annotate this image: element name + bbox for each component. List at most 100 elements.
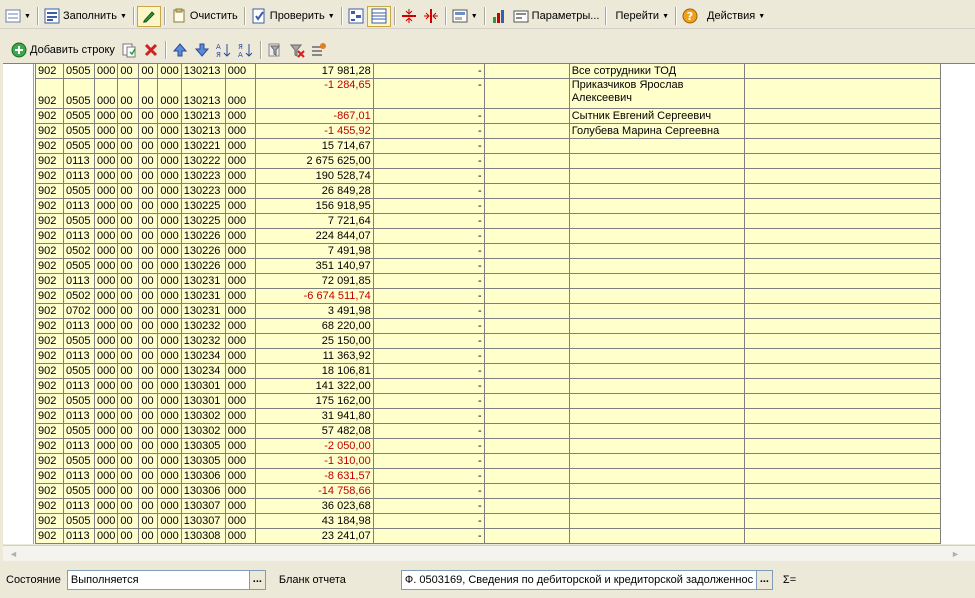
code-cell[interactable]: 00 bbox=[138, 64, 159, 79]
dash-cell[interactable]: - bbox=[372, 378, 485, 394]
code-cell[interactable]: 130213 bbox=[180, 78, 226, 109]
edit-button[interactable] bbox=[136, 5, 161, 27]
employee-cell[interactable] bbox=[568, 498, 745, 514]
code-cell[interactable]: 000 bbox=[224, 123, 256, 139]
code-cell[interactable]: 00 bbox=[117, 303, 140, 319]
code-cell[interactable]: 000 bbox=[157, 363, 182, 379]
table-row[interactable]: 902 0505 000 00 00 000 130213 000 -1 455,92- Голу… bbox=[35, 123, 941, 139]
code-cell[interactable]: 902 bbox=[35, 483, 64, 499]
dash-cell[interactable]: - bbox=[372, 198, 485, 214]
amount-cell[interactable]: 68 220,00 bbox=[254, 318, 374, 334]
code-cell[interactable]: 130232 bbox=[180, 333, 226, 349]
amount-cell[interactable]: 36 023,68 bbox=[254, 498, 374, 514]
code-cell[interactable]: 000 bbox=[224, 108, 256, 124]
code-cell[interactable]: 00 bbox=[117, 243, 140, 259]
code-cell[interactable]: 000 bbox=[224, 258, 256, 274]
table-row[interactable]: 902 0505 000 00 00 000 130305 000 -1 310,00- bbox=[35, 453, 941, 469]
state-select-button[interactable]: ... bbox=[249, 570, 266, 590]
code-cell[interactable]: 00 bbox=[117, 108, 140, 124]
code-cell[interactable]: 000 bbox=[93, 258, 119, 274]
code-cell[interactable]: 00 bbox=[138, 363, 159, 379]
code-cell[interactable]: 000 bbox=[157, 168, 182, 184]
code-cell[interactable]: 000 bbox=[157, 378, 182, 394]
amount-cell[interactable]: 7 491,98 bbox=[254, 243, 374, 259]
dash-cell[interactable]: - bbox=[372, 393, 485, 409]
code-cell[interactable]: 0505 bbox=[63, 108, 95, 124]
empty-cell[interactable] bbox=[743, 528, 941, 544]
employee-cell[interactable] bbox=[568, 363, 745, 379]
table-row[interactable]: 902 0505 000 00 00 000 130213 000 -1 284,65- Прик… bbox=[35, 78, 941, 109]
code-cell[interactable]: 000 bbox=[93, 408, 119, 424]
table-row[interactable]: 902 0113 000 00 00 000 130232 000 68 220,00- bbox=[35, 318, 941, 334]
empty-cell[interactable] bbox=[743, 348, 941, 364]
table-row[interactable]: 902 0505 000 00 00 000 130307 000 43 184,98- bbox=[35, 513, 941, 529]
code-cell[interactable]: 000 bbox=[157, 393, 182, 409]
amount-cell[interactable]: 141 322,00 bbox=[254, 378, 374, 394]
code-cell[interactable]: 000 bbox=[157, 513, 182, 529]
code-cell[interactable]: 000 bbox=[157, 468, 182, 484]
dash-cell[interactable]: - bbox=[372, 273, 485, 289]
empty-cell[interactable] bbox=[743, 483, 941, 499]
table-row[interactable]: 902 0113 000 00 00 000 130226 000 224 844,07- bbox=[35, 228, 941, 244]
empty-cell[interactable] bbox=[483, 288, 570, 304]
empty-cell[interactable] bbox=[743, 213, 941, 229]
code-cell[interactable]: 0505 bbox=[63, 123, 95, 139]
code-cell[interactable]: 00 bbox=[117, 498, 140, 514]
code-cell[interactable]: 000 bbox=[224, 228, 256, 244]
dash-cell[interactable]: - bbox=[372, 153, 485, 169]
code-cell[interactable]: 130213 bbox=[180, 64, 226, 79]
table-row[interactable]: 902 0505 000 00 00 000 130213 000 -867,01- Сытник… bbox=[35, 108, 941, 124]
empty-cell[interactable] bbox=[483, 153, 570, 169]
employee-cell[interactable] bbox=[568, 138, 745, 154]
dash-cell[interactable]: - bbox=[372, 498, 485, 514]
empty-cell[interactable] bbox=[483, 393, 570, 409]
move-down-button[interactable] bbox=[191, 40, 213, 61]
amount-cell[interactable]: 72 091,85 bbox=[254, 273, 374, 289]
code-cell[interactable]: 902 bbox=[35, 408, 64, 424]
code-cell[interactable]: 902 bbox=[35, 153, 64, 169]
scroll-right-icon[interactable]: ► bbox=[951, 549, 960, 559]
code-cell[interactable]: 130222 bbox=[180, 153, 226, 169]
code-cell[interactable]: 902 bbox=[35, 168, 64, 184]
code-cell[interactable]: 000 bbox=[224, 78, 256, 109]
employee-cell[interactable] bbox=[568, 153, 745, 169]
code-cell[interactable]: 00 bbox=[117, 273, 140, 289]
code-cell[interactable]: 902 bbox=[35, 64, 64, 79]
sort-desc-button[interactable]: ЯA bbox=[235, 40, 257, 61]
code-cell[interactable]: 000 bbox=[93, 78, 119, 109]
empty-cell[interactable] bbox=[743, 438, 941, 454]
amount-cell[interactable]: 2 675 625,00 bbox=[254, 153, 374, 169]
amount-cell[interactable]: -1 284,65 bbox=[254, 78, 374, 109]
dash-cell[interactable]: - bbox=[372, 183, 485, 199]
code-cell[interactable]: 00 bbox=[117, 258, 140, 274]
code-cell[interactable]: 00 bbox=[138, 243, 159, 259]
employee-cell[interactable] bbox=[568, 243, 745, 259]
empty-cell[interactable] bbox=[483, 303, 570, 319]
empty-cell[interactable] bbox=[483, 438, 570, 454]
empty-cell[interactable] bbox=[483, 228, 570, 244]
code-cell[interactable]: 000 bbox=[224, 213, 256, 229]
code-cell[interactable]: 0702 bbox=[63, 303, 95, 319]
empty-cell[interactable] bbox=[743, 183, 941, 199]
code-cell[interactable]: 00 bbox=[138, 303, 159, 319]
code-cell[interactable]: 000 bbox=[157, 483, 182, 499]
empty-cell[interactable] bbox=[743, 108, 941, 124]
empty-cell[interactable] bbox=[483, 483, 570, 499]
code-cell[interactable]: 00 bbox=[117, 318, 140, 334]
table-row[interactable]: 902 0113 000 00 00 000 130301 000 141 322,00- bbox=[35, 378, 941, 394]
help-button[interactable]: ? bbox=[679, 6, 701, 27]
code-cell[interactable]: 00 bbox=[117, 468, 140, 484]
code-cell[interactable]: 000 bbox=[93, 453, 119, 469]
code-cell[interactable]: 902 bbox=[35, 183, 64, 199]
empty-cell[interactable] bbox=[743, 453, 941, 469]
dash-cell[interactable]: - bbox=[372, 123, 485, 139]
code-cell[interactable]: 130232 bbox=[180, 318, 226, 334]
empty-cell[interactable] bbox=[483, 243, 570, 259]
code-cell[interactable]: 00 bbox=[117, 333, 140, 349]
code-cell[interactable]: 000 bbox=[157, 78, 182, 109]
amount-cell[interactable]: -6 674 511,74 bbox=[254, 288, 374, 304]
employee-cell[interactable] bbox=[568, 513, 745, 529]
empty-cell[interactable] bbox=[483, 258, 570, 274]
empty-cell[interactable] bbox=[483, 183, 570, 199]
table-row[interactable]: 902 0113 000 00 00 000 130305 000 -2 050,00- bbox=[35, 438, 941, 454]
